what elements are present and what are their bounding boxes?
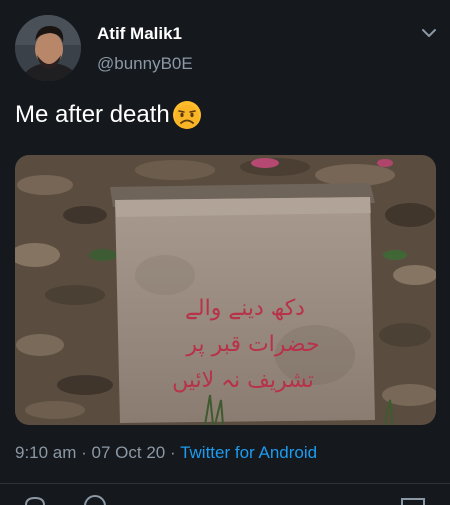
inscription-line-2: حضرات قبر پر: [185, 332, 319, 357]
tweet-image[interactable]: دکھ دینے والے حضرات قبر پر تشریف نہ لائی…: [15, 155, 436, 425]
worried-face-emoji: [172, 100, 202, 130]
author-handle[interactable]: @bunnyB0E: [97, 54, 193, 74]
author-name[interactable]: Atif Malik1: [97, 24, 182, 44]
inscription-line-1: دکھ دینے والے: [185, 296, 305, 321]
tweet-time: 9:10 am: [15, 443, 77, 462]
tweet-date: 07 Oct 20: [91, 443, 166, 462]
inscription-line-3: تشریف نہ لائیں: [172, 368, 314, 393]
divider: [0, 483, 450, 484]
share-icon[interactable]: [400, 493, 426, 505]
tweet-card: Atif Malik1 @bunnyB0E Me after death دکھ…: [0, 0, 450, 505]
action-bar: [0, 493, 450, 505]
meta-separator: ·: [76, 443, 92, 462]
chevron-down-icon[interactable]: [418, 22, 440, 44]
avatar[interactable]: [15, 15, 81, 81]
retweet-icon[interactable]: [82, 493, 108, 505]
reply-icon[interactable]: [22, 493, 48, 505]
tweet-text: Me after death: [15, 100, 202, 130]
tweet-meta: 9:10 am · 07 Oct 20 · Twitter for Androi…: [15, 443, 317, 463]
tweet-body: Me after death: [15, 101, 170, 128]
meta-separator-2: ·: [165, 443, 181, 462]
tweet-source-link[interactable]: Twitter for Android: [180, 443, 317, 462]
